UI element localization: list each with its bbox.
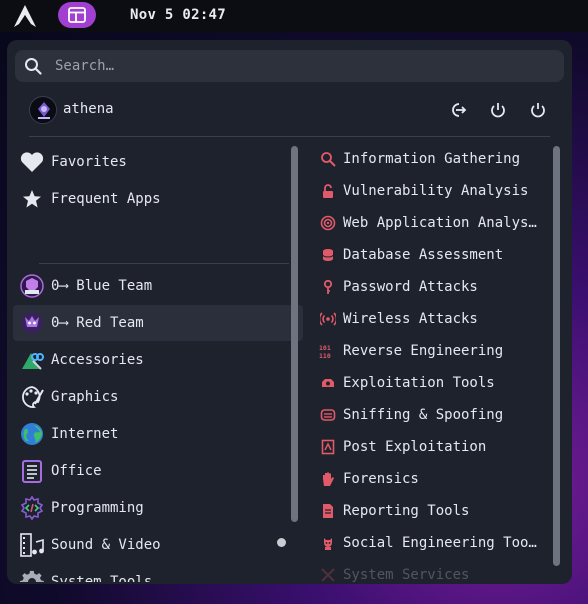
category-red-team[interactable]: 0⟶ Red Team bbox=[13, 305, 303, 341]
category-label: Accessories bbox=[51, 352, 144, 368]
post-exploit-icon bbox=[319, 438, 337, 456]
app-social-engineering-tools[interactable]: Social Engineering Too… bbox=[317, 528, 561, 558]
binary-icon: 101 110 bbox=[319, 342, 337, 360]
app-exploitation-tools[interactable]: Exploitation Tools bbox=[317, 368, 561, 398]
category-sound-video[interactable]: Sound & Video bbox=[13, 527, 303, 563]
programming-icon bbox=[19, 495, 45, 521]
app-vulnerability-analysis[interactable]: Vulnerability Analysis bbox=[317, 176, 561, 206]
app-label: Post Exploitation bbox=[343, 439, 487, 455]
app-reverse-engineering[interactable]: 101 110 Reverse Engineering bbox=[317, 336, 561, 366]
app-label: Password Attacks bbox=[343, 279, 478, 295]
app-label: Reporting Tools bbox=[343, 503, 470, 519]
app-label: System Services bbox=[343, 567, 470, 582]
restart-icon[interactable] bbox=[487, 99, 509, 121]
category-graphics[interactable]: Graphics bbox=[13, 379, 303, 415]
category-label: Favorites bbox=[51, 154, 127, 170]
category-label: Office bbox=[51, 463, 102, 479]
category-frequent-apps[interactable]: Frequent Apps bbox=[13, 181, 303, 217]
app-post-exploitation[interactable]: Post Exploitation bbox=[317, 432, 561, 462]
graphics-icon bbox=[19, 384, 45, 410]
athena-avatar-icon[interactable] bbox=[29, 96, 57, 124]
category-label: 0⟶ Red Team bbox=[51, 315, 144, 331]
globe-icon bbox=[19, 421, 45, 447]
category-label: Graphics bbox=[51, 389, 119, 405]
blue-team-icon bbox=[19, 273, 45, 299]
app-forensics[interactable]: Forensics bbox=[317, 464, 561, 494]
app-label: Web Application Analys… bbox=[343, 215, 537, 231]
gear-icon bbox=[19, 569, 45, 582]
app-web-application-analysis[interactable]: Web Application Analys… bbox=[317, 208, 561, 238]
app-database-assessment[interactable]: Database Assessment bbox=[317, 240, 561, 270]
category-label: Frequent Apps bbox=[51, 191, 161, 207]
search-box[interactable] bbox=[15, 50, 564, 82]
category-label: 0⟶ Blue Team bbox=[51, 278, 153, 294]
category-label: Internet bbox=[51, 426, 119, 442]
username: athena bbox=[63, 101, 114, 117]
wireless-icon bbox=[319, 310, 337, 328]
svg-text:110: 110 bbox=[319, 352, 331, 359]
app-sniffing-spoofing[interactable]: Sniffing & Spoofing bbox=[317, 400, 561, 430]
power-icon[interactable] bbox=[527, 99, 549, 121]
category-blue-team[interactable]: 0⟶ Blue Team bbox=[13, 268, 303, 304]
web-target-icon bbox=[319, 214, 337, 232]
category-accessories[interactable]: Accessories bbox=[13, 342, 303, 378]
report-icon bbox=[319, 502, 337, 520]
divider bbox=[39, 263, 289, 264]
app-label: Vulnerability Analysis bbox=[343, 183, 529, 199]
clock[interactable]: Nov 5 02:47 bbox=[130, 7, 226, 23]
exploit-icon bbox=[319, 374, 337, 392]
sound-video-icon bbox=[19, 532, 45, 558]
office-icon bbox=[19, 458, 45, 484]
app-label: Sniffing & Spoofing bbox=[343, 407, 504, 423]
logout-icon[interactable] bbox=[447, 99, 469, 121]
search-input[interactable] bbox=[55, 50, 545, 82]
hand-icon bbox=[319, 470, 337, 488]
app-password-attacks[interactable]: Password Attacks bbox=[317, 272, 561, 302]
category-label: Programming bbox=[51, 500, 144, 516]
app-list: Information Gathering Vulnerability Anal… bbox=[317, 142, 561, 582]
category-label: Sound & Video bbox=[51, 537, 161, 553]
accessories-icon bbox=[19, 347, 45, 373]
category-office[interactable]: Office bbox=[13, 453, 303, 489]
sniff-icon bbox=[319, 406, 337, 424]
category-label: System Tools bbox=[51, 574, 153, 582]
app-label: Exploitation Tools bbox=[343, 375, 495, 391]
category-list: Favorites Frequent Apps 0⟶ Blue Team 0⟶ … bbox=[13, 142, 303, 582]
app-reporting-tools[interactable]: Reporting Tools bbox=[317, 496, 561, 526]
key-icon bbox=[319, 278, 337, 296]
app-label: Information Gathering bbox=[343, 151, 521, 167]
app-label: Social Engineering Too… bbox=[343, 535, 537, 551]
app-scrollbar[interactable] bbox=[553, 146, 560, 566]
app-information-gathering[interactable]: Information Gathering bbox=[317, 144, 561, 174]
app-system-services[interactable]: System Services bbox=[317, 560, 561, 582]
social-eng-icon bbox=[319, 534, 337, 552]
category-favorites[interactable]: Favorites bbox=[13, 144, 303, 180]
user-row: athena bbox=[29, 96, 549, 126]
svg-text:101: 101 bbox=[319, 344, 331, 352]
category-system-tools[interactable]: System Tools bbox=[13, 564, 303, 582]
category-programming[interactable]: Programming bbox=[13, 490, 303, 526]
menu-layout-icon[interactable] bbox=[58, 2, 96, 28]
category-scroll-indicator bbox=[277, 538, 286, 547]
magnifier-icon bbox=[319, 150, 337, 168]
search-icon bbox=[25, 58, 42, 75]
red-team-icon bbox=[19, 310, 45, 336]
heart-icon bbox=[19, 149, 45, 175]
services-icon bbox=[319, 566, 337, 582]
category-internet[interactable]: Internet bbox=[13, 416, 303, 452]
app-label: Database Assessment bbox=[343, 247, 504, 263]
application-menu: athena Favorites bbox=[7, 40, 572, 584]
database-icon bbox=[319, 246, 337, 264]
category-scrollbar[interactable] bbox=[291, 146, 298, 522]
divider bbox=[29, 136, 550, 137]
app-label: Wireless Attacks bbox=[343, 311, 478, 327]
arch-logo-icon[interactable] bbox=[12, 3, 38, 29]
app-label: Forensics bbox=[343, 471, 419, 487]
app-wireless-attacks[interactable]: Wireless Attacks bbox=[317, 304, 561, 334]
unlocked-icon bbox=[319, 182, 337, 200]
app-label: Reverse Engineering bbox=[343, 343, 504, 359]
star-icon bbox=[19, 186, 45, 212]
top-panel: Nov 5 02:47 bbox=[0, 0, 588, 32]
